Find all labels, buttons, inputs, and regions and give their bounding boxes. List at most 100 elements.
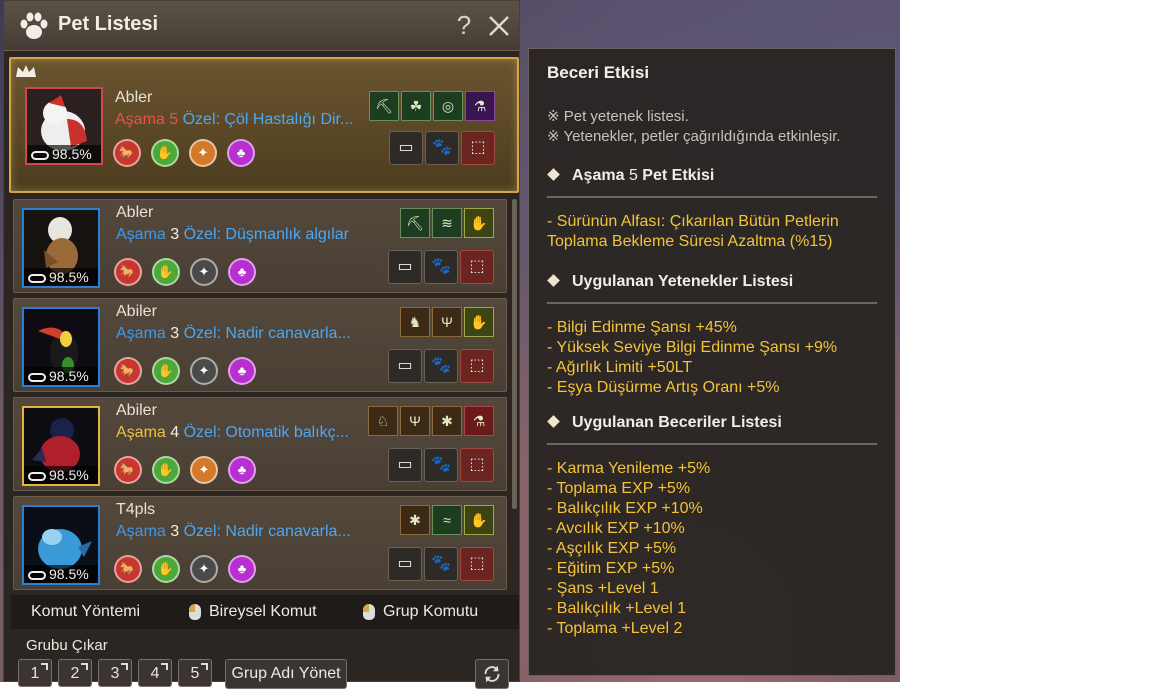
special-ability: Özel: Çöl Hastalığı Dir... <box>182 111 354 128</box>
pet-list-panel: Pet Listesi ? 98.5% Abler Aşama 5 Özel: … <box>3 0 520 689</box>
close-icon[interactable] <box>484 11 514 41</box>
group-slot-3[interactable]: 3 <box>98 659 132 687</box>
group-slot-5[interactable]: 5 <box>178 659 212 687</box>
pet-actions: ▭ 🐾 ⬚ <box>386 250 494 284</box>
individual-command-option[interactable]: Bireysel Komut <box>189 603 317 621</box>
pet-list-scrollbar[interactable] <box>512 199 517 509</box>
pet-name: Abiler <box>116 402 157 419</box>
paw-command-button[interactable]: 🐾 <box>424 547 458 581</box>
stamina-value: 98.5% <box>49 566 89 582</box>
seal-pet-button[interactable]: ⬚ <box>460 349 494 383</box>
target-skill-icon[interactable]: ◎ <box>433 91 463 121</box>
pet-card-1[interactable]: 98.5% Abler Aşama 5 Özel: Çöl Hastalığı … <box>9 57 519 193</box>
paw-command-button[interactable]: 🐾 <box>424 349 458 383</box>
pet-portrait[interactable]: 98.5% <box>22 406 100 486</box>
potion-icon[interactable]: ♣ <box>228 456 256 484</box>
pet-tier-line: Aşama 3 Özel: Nadir canavarla... <box>116 523 351 541</box>
seal-pet-button[interactable]: ⬚ <box>460 250 494 284</box>
compass-icon[interactable]: ✦ <box>189 139 217 167</box>
group-slot-2[interactable]: 2 <box>58 659 92 687</box>
ability-line: - Ağırlık Limiti +50LT <box>547 359 693 376</box>
group-slot-1[interactable]: 1 <box>18 659 52 687</box>
feed-button[interactable]: ▭ <box>388 448 422 482</box>
wing-skill-icon[interactable]: ≋ <box>432 208 462 238</box>
pet-card-2[interactable]: 98.5% Abler Aşama 3 Özel: Düşmanlık algı… <box>13 199 507 293</box>
hunt-icon[interactable]: 🐎 <box>113 139 141 167</box>
compass-icon[interactable]: ✦ <box>190 357 218 385</box>
skills-heading: Uygulanan Beceriler Listesi <box>547 414 782 432</box>
pet-actions: ▭ 🐾 ⬚ <box>386 547 494 581</box>
pickaxe-skill-icon[interactable]: ⛏ <box>369 91 399 121</box>
pet-list: 98.5% Abler Aşama 5 Özel: Çöl Hastalığı … <box>9 57 519 590</box>
pet-card-5[interactable]: 98.5% T4pls Aşama 3 Özel: Nadir canavarl… <box>13 496 507 590</box>
feed-bowl-icon <box>28 273 46 283</box>
group-remove-button[interactable]: Grubu Çıkar <box>26 637 108 654</box>
help-button[interactable]: ? <box>450 9 478 41</box>
group-command-option[interactable]: Grup Komutu <box>363 603 478 621</box>
hunt-icon[interactable]: 🐎 <box>114 555 142 583</box>
compass-icon[interactable]: ✦ <box>190 555 218 583</box>
scorpion-skill-icon[interactable]: ✱ <box>432 406 462 436</box>
pet-card-4[interactable]: 98.5% Abiler Aşama 4 Özel: Otomatik balı… <box>13 397 507 491</box>
gather-icon[interactable]: ✋ <box>151 139 179 167</box>
pet-portrait[interactable]: 98.5% <box>22 505 100 585</box>
group-command-label: Grup Komutu <box>383 603 479 620</box>
seal-pet-button[interactable]: ⬚ <box>460 448 494 482</box>
pet-portrait[interactable]: 98.5% <box>22 208 100 288</box>
scorpion-skill-icon[interactable]: ✱ <box>400 505 430 535</box>
section-divider <box>547 443 877 445</box>
group-name-manage-button[interactable]: Grup Adı Yönet <box>225 659 347 689</box>
skill-line: - Aşçılık EXP +5% <box>547 540 677 557</box>
horse-skill-icon[interactable]: ♞ <box>400 307 430 337</box>
refresh-icon[interactable] <box>475 659 509 689</box>
paw-command-button[interactable]: 🐾 <box>424 250 458 284</box>
animal-skill-icon[interactable]: ♘ <box>368 406 398 436</box>
gather-skill-icon[interactable]: ✋ <box>464 307 494 337</box>
ability-line: - Yüksek Seviye Bilgi Edinme Şansı +9% <box>547 339 838 356</box>
red-potion-skill-icon[interactable]: ⚗ <box>464 406 494 436</box>
paw-command-button[interactable]: 🐾 <box>424 448 458 482</box>
command-method-label: Komut Yöntemi <box>31 603 141 620</box>
hunt-icon[interactable]: 🐎 <box>114 456 142 484</box>
hunt-icon[interactable]: 🐎 <box>114 357 142 385</box>
feed-button[interactable]: ▭ <box>388 349 422 383</box>
diamond-bullet-icon <box>547 168 560 182</box>
group-slot-4[interactable]: 4 <box>138 659 172 687</box>
gather-icon[interactable]: ✋ <box>152 357 180 385</box>
tier-label: Aşama <box>116 523 166 540</box>
stamina-indicator: 98.5% <box>24 466 98 484</box>
mouse-left-click-icon <box>189 603 201 620</box>
pet-portrait[interactable]: 98.5% <box>25 87 103 165</box>
gather-skill-icon[interactable]: ✋ <box>464 505 494 535</box>
feed-button[interactable]: ▭ <box>388 547 422 581</box>
fish-skill-icon[interactable]: ≈ <box>432 505 462 535</box>
stamina-value: 98.5% <box>52 146 92 162</box>
deer-skill-icon[interactable]: Ψ <box>432 307 462 337</box>
deer-skill-icon[interactable]: Ψ <box>400 406 430 436</box>
pet-portrait[interactable]: 98.5% <box>22 307 100 387</box>
pickaxe-skill-icon[interactable]: ⛏ <box>400 208 430 238</box>
potion-icon[interactable]: ♣ <box>228 357 256 385</box>
paw-command-button[interactable]: 🐾 <box>425 131 459 165</box>
feed-button[interactable]: ▭ <box>389 131 423 165</box>
pet-trait-icons: 🐎 ✋ ✦ ♣ <box>114 258 266 286</box>
potion-icon[interactable]: ♣ <box>227 139 255 167</box>
pet-skill-icons: ♘ Ψ ✱ ⚗ <box>366 406 494 436</box>
purple-potion-skill-icon[interactable]: ⚗ <box>465 91 495 121</box>
gather-skill-icon[interactable]: ✋ <box>464 208 494 238</box>
gather-icon[interactable]: ✋ <box>152 555 180 583</box>
panel-header[interactable]: Pet Listesi ? <box>4 1 519 51</box>
feed-button[interactable]: ▭ <box>388 250 422 284</box>
gather-icon[interactable]: ✋ <box>152 456 180 484</box>
pet-skill-icons: ♞ Ψ ✋ <box>398 307 494 337</box>
hunt-icon[interactable]: 🐎 <box>114 258 142 286</box>
compass-icon[interactable]: ✦ <box>190 456 218 484</box>
pet-card-3[interactable]: 98.5% Abiler Aşama 3 Özel: Nadir canavar… <box>13 298 507 392</box>
potion-icon[interactable]: ♣ <box>228 258 256 286</box>
compass-icon[interactable]: ✦ <box>190 258 218 286</box>
gather-icon[interactable]: ✋ <box>152 258 180 286</box>
clover-skill-icon[interactable]: ☘ <box>401 91 431 121</box>
potion-icon[interactable]: ♣ <box>228 555 256 583</box>
seal-pet-button[interactable]: ⬚ <box>460 547 494 581</box>
seal-pet-button[interactable]: ⬚ <box>461 131 495 165</box>
